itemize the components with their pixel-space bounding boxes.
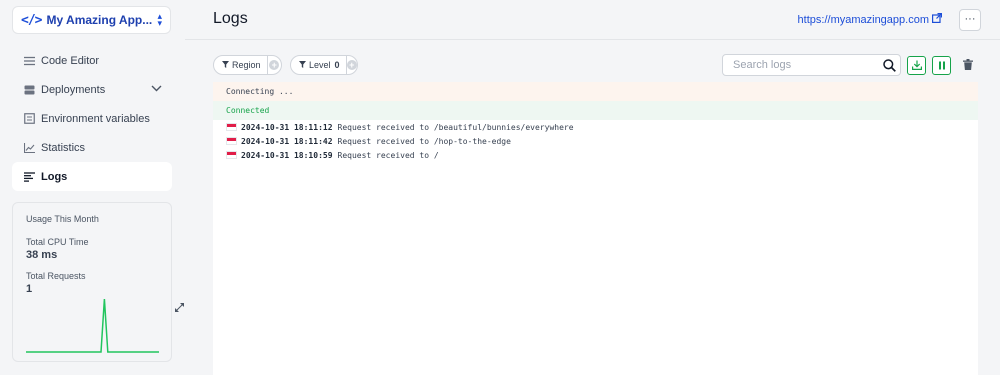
add-level-filter-icon[interactable]: + <box>345 56 357 74</box>
log-entry: 2024-10-31 18:10:59 Request received to … <box>213 148 978 162</box>
connected-status: Connected <box>213 101 978 120</box>
variables-icon <box>23 112 36 125</box>
server-icon <box>23 83 36 96</box>
sidebar-item-label: Environment variables <box>41 112 150 125</box>
requests-sparkline <box>26 298 159 353</box>
log-toolbar: Region + Level 0 + <box>213 54 978 76</box>
usage-card: Usage This Month Total CPU Time 38 ms To… <box>12 202 184 362</box>
sidebar: </> My Amazing App... ▴ ▾ Code Editor Dep… <box>0 0 185 375</box>
log-message: Request received to /hop-to-the-edge <box>337 136 511 146</box>
external-link-icon[interactable] <box>932 13 942 26</box>
pause-icon <box>938 57 946 75</box>
sidebar-item-label: Logs <box>41 170 68 183</box>
site-link[interactable]: https://myamazingapp.com <box>798 13 942 26</box>
chevron-updown-icon: ▴ ▾ <box>157 11 162 28</box>
sidebar-nav: Code Editor Deployments Environment vari… <box>12 46 172 191</box>
search-icon[interactable] <box>878 58 900 72</box>
search-logs-input[interactable] <box>723 59 878 71</box>
log-timestamp: 2024-10-31 18:11:12 <box>241 122 333 132</box>
level-filter-label: Level <box>309 60 331 70</box>
app-switcher[interactable]: </> My Amazing App... ▴ ▾ <box>12 6 171 34</box>
list-icon <box>23 54 36 67</box>
cpu-time-label: Total CPU Time <box>26 237 89 247</box>
sparkline-series <box>26 298 159 353</box>
filter-icon <box>299 60 306 70</box>
page-title: Logs <box>213 10 248 27</box>
chevron-down-icon[interactable] <box>151 83 162 95</box>
sidebar-item-label: Code Editor <box>41 54 100 67</box>
log-entry: 2024-10-31 18:11:42 Request received to … <box>213 134 978 148</box>
log-timestamp: 2024-10-31 18:10:59 <box>241 150 333 160</box>
add-region-filter-icon[interactable]: + <box>266 56 281 74</box>
pause-logs-button[interactable] <box>932 56 951 75</box>
cpu-time-value: 38 ms <box>26 249 58 261</box>
requests-label: Total Requests <box>26 271 86 281</box>
trash-icon <box>962 57 973 75</box>
region-filter[interactable]: Region + <box>213 55 282 75</box>
level-filter-count: 0 <box>334 60 340 70</box>
download-icon <box>911 57 922 75</box>
log-entry: 2024-10-31 18:11:12 Request received to … <box>213 120 978 134</box>
app-name: My Amazing App... <box>46 13 153 27</box>
more-options-button[interactable]: ··· <box>959 9 981 31</box>
filter-icon <box>222 60 229 70</box>
logs-icon <box>23 170 36 183</box>
log-message: Request received to /beautiful/bunnies/e… <box>337 122 574 132</box>
flag-icon <box>226 151 237 159</box>
sidebar-item-code-editor[interactable]: Code Editor <box>12 46 172 75</box>
connecting-status: Connecting ... <box>213 82 978 101</box>
log-output: Connecting ... Connected 2024-10-31 18:1… <box>213 82 978 375</box>
level-filter[interactable]: Level 0 + <box>290 55 358 75</box>
site-link-text[interactable]: https://myamazingapp.com <box>798 14 929 26</box>
sidebar-item-logs[interactable]: Logs <box>12 162 172 191</box>
search-logs-field[interactable] <box>722 54 901 76</box>
clear-logs-button[interactable] <box>958 56 977 75</box>
download-logs-button[interactable] <box>907 56 926 75</box>
flag-icon <box>226 123 237 131</box>
sidebar-item-statistics[interactable]: Statistics <box>12 133 172 162</box>
sidebar-item-label: Deployments <box>41 83 106 96</box>
requests-value: 1 <box>26 283 33 295</box>
page-header: Logs https://myamazingapp.com ··· <box>185 0 1000 40</box>
chart-line-icon <box>23 141 36 154</box>
sidebar-item-deployments[interactable]: Deployments <box>12 75 172 104</box>
region-filter-label: Region <box>232 60 261 70</box>
log-timestamp: 2024-10-31 18:11:42 <box>241 136 333 146</box>
sidebar-item-environment-variables[interactable]: Environment variables <box>12 104 172 133</box>
code-icon: </> <box>21 12 43 28</box>
flag-icon <box>226 137 237 145</box>
usage-title: Usage This Month <box>26 214 99 224</box>
sidebar-item-label: Statistics <box>41 141 86 154</box>
log-message: Request received to / <box>337 150 439 160</box>
